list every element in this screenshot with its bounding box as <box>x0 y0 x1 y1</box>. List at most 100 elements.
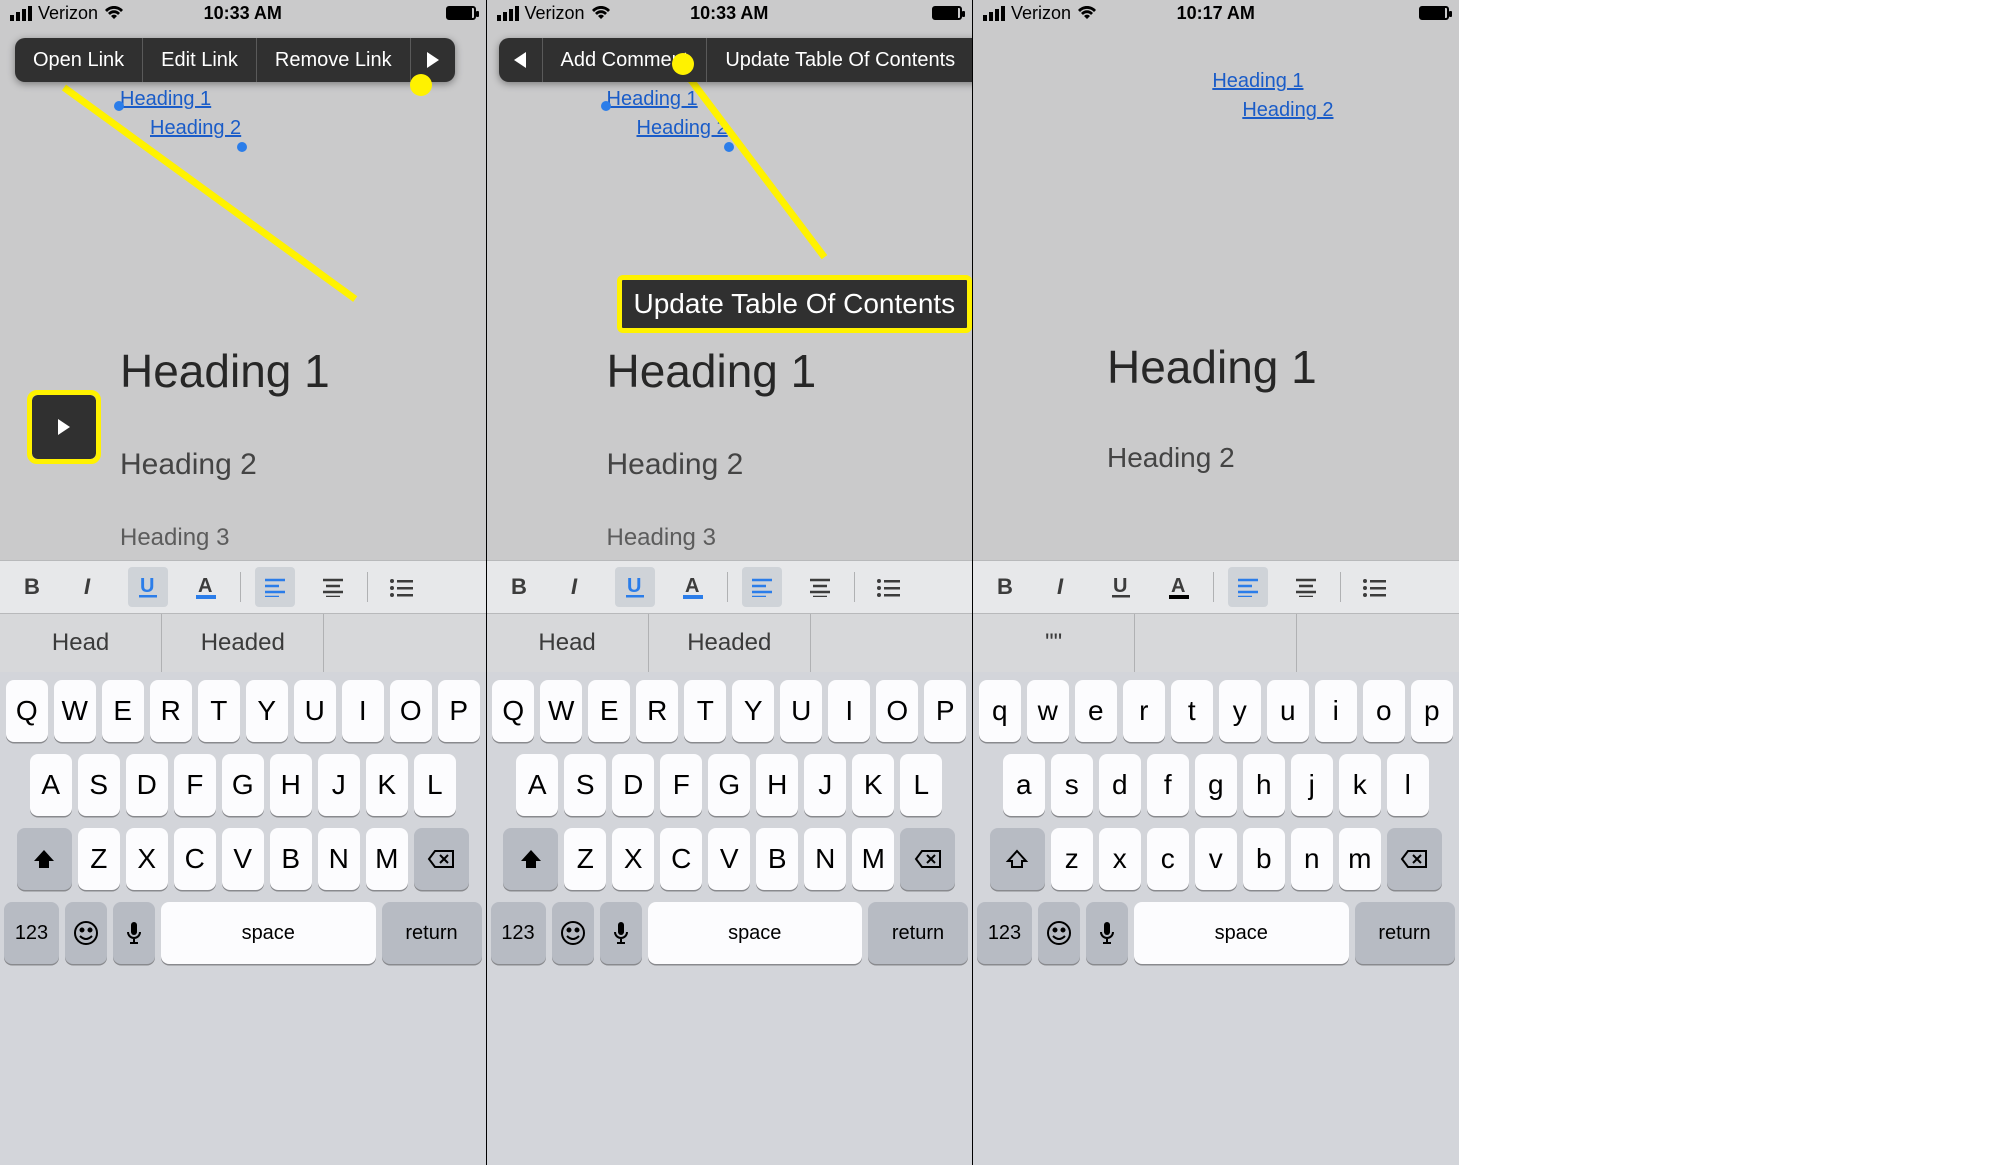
open-link-button[interactable]: Open Link <box>15 38 143 82</box>
key-d[interactable]: D <box>612 754 654 816</box>
key-h[interactable]: h <box>1243 754 1285 816</box>
key-v[interactable]: V <box>708 828 750 890</box>
context-menu-next-button[interactable] <box>411 38 455 82</box>
bold-button[interactable]: B <box>985 567 1025 607</box>
underline-button[interactable]: U <box>1101 567 1141 607</box>
key-n[interactable]: N <box>318 828 360 890</box>
key-f[interactable]: F <box>174 754 216 816</box>
selection-handle-start[interactable] <box>114 101 124 111</box>
key-h[interactable]: H <box>270 754 312 816</box>
key-q[interactable]: Q <box>492 680 534 742</box>
key-o[interactable]: o <box>1363 680 1405 742</box>
return-key[interactable]: return <box>382 902 482 964</box>
return-key[interactable]: return <box>868 902 968 964</box>
key-e[interactable]: E <box>588 680 630 742</box>
selection-handle-end[interactable] <box>724 142 734 152</box>
space-key[interactable]: space <box>648 902 863 964</box>
document-body[interactable]: Heading 1 Heading 2 Heading 3 <box>607 344 817 552</box>
key-l[interactable]: l <box>1387 754 1429 816</box>
update-toc-button[interactable]: Update Table Of Contents <box>707 38 972 82</box>
key-p[interactable]: P <box>924 680 966 742</box>
key-o[interactable]: O <box>390 680 432 742</box>
key-v[interactable]: v <box>1195 828 1237 890</box>
align-center-button[interactable] <box>800 567 840 607</box>
bullet-list-button[interactable] <box>1355 567 1395 607</box>
space-key[interactable]: space <box>161 902 376 964</box>
key-j[interactable]: J <box>804 754 846 816</box>
key-c[interactable]: c <box>1147 828 1189 890</box>
return-key[interactable]: return <box>1355 902 1455 964</box>
key-q[interactable]: q <box>979 680 1021 742</box>
bold-button[interactable]: B <box>499 567 539 607</box>
dictation-key[interactable] <box>600 902 642 964</box>
emoji-key[interactable] <box>1038 902 1080 964</box>
align-left-button[interactable] <box>255 567 295 607</box>
key-y[interactable]: y <box>1219 680 1261 742</box>
key-a[interactable]: A <box>516 754 558 816</box>
context-menu-prev-button[interactable] <box>499 38 543 82</box>
add-comment-button[interactable]: Add Comment <box>543 38 708 82</box>
align-left-button[interactable] <box>1228 567 1268 607</box>
key-w[interactable]: W <box>540 680 582 742</box>
align-center-button[interactable] <box>313 567 353 607</box>
align-center-button[interactable] <box>1286 567 1326 607</box>
key-k[interactable]: K <box>366 754 408 816</box>
italic-button[interactable]: I <box>1043 567 1083 607</box>
key-t[interactable]: T <box>198 680 240 742</box>
backspace-key[interactable] <box>1387 828 1442 890</box>
key-u[interactable]: U <box>780 680 822 742</box>
key-s[interactable]: S <box>78 754 120 816</box>
key-b[interactable]: b <box>1243 828 1285 890</box>
key-b[interactable]: B <box>756 828 798 890</box>
shift-key[interactable] <box>17 828 72 890</box>
suggestion-3[interactable] <box>324 614 485 672</box>
text-color-button[interactable]: A <box>186 567 226 607</box>
suggestion-2[interactable] <box>1135 614 1297 672</box>
edit-link-button[interactable]: Edit Link <box>143 38 257 82</box>
align-left-button[interactable] <box>742 567 782 607</box>
key-o[interactable]: O <box>876 680 918 742</box>
text-color-button[interactable]: A <box>673 567 713 607</box>
key-k[interactable]: K <box>852 754 894 816</box>
suggestion-1[interactable]: Head <box>0 614 162 672</box>
key-u[interactable]: u <box>1267 680 1309 742</box>
key-v[interactable]: V <box>222 828 264 890</box>
suggestion-2[interactable]: Headed <box>162 614 324 672</box>
key-n[interactable]: n <box>1291 828 1333 890</box>
key-k[interactable]: k <box>1339 754 1381 816</box>
key-h[interactable]: H <box>756 754 798 816</box>
key-y[interactable]: Y <box>732 680 774 742</box>
suggestion-1[interactable]: "" <box>973 614 1135 672</box>
key-a[interactable]: A <box>30 754 72 816</box>
key-r[interactable]: R <box>150 680 192 742</box>
backspace-key[interactable] <box>414 828 469 890</box>
key-s[interactable]: S <box>564 754 606 816</box>
toc-link-h2[interactable]: Heading 2 <box>150 117 241 140</box>
remove-link-button[interactable]: Remove Link <box>257 38 411 82</box>
key-c[interactable]: C <box>174 828 216 890</box>
key-j[interactable]: J <box>318 754 360 816</box>
key-c[interactable]: C <box>660 828 702 890</box>
document-body[interactable]: Heading 1 Heading 2 Heading 3 <box>120 344 330 552</box>
suggestion-2[interactable]: Headed <box>649 614 811 672</box>
bold-button[interactable]: B <box>12 567 52 607</box>
key-z[interactable]: Z <box>564 828 606 890</box>
key-l[interactable]: L <box>900 754 942 816</box>
key-g[interactable]: g <box>1195 754 1237 816</box>
emoji-key[interactable] <box>65 902 107 964</box>
backspace-key[interactable] <box>900 828 955 890</box>
shift-key[interactable] <box>503 828 558 890</box>
selection-handle-end[interactable] <box>237 142 247 152</box>
toc-link-h1[interactable]: Heading 1 <box>607 88 728 111</box>
key-p[interactable]: p <box>1411 680 1453 742</box>
key-i[interactable]: I <box>828 680 870 742</box>
space-key[interactable]: space <box>1134 902 1349 964</box>
key-l[interactable]: L <box>414 754 456 816</box>
bullet-list-button[interactable] <box>869 567 909 607</box>
key-b[interactable]: B <box>270 828 312 890</box>
key-w[interactable]: w <box>1027 680 1069 742</box>
key-n[interactable]: N <box>804 828 846 890</box>
key-j[interactable]: j <box>1291 754 1333 816</box>
toc-link-h1[interactable]: Heading 1 <box>1212 70 1333 93</box>
bullet-list-button[interactable] <box>382 567 422 607</box>
